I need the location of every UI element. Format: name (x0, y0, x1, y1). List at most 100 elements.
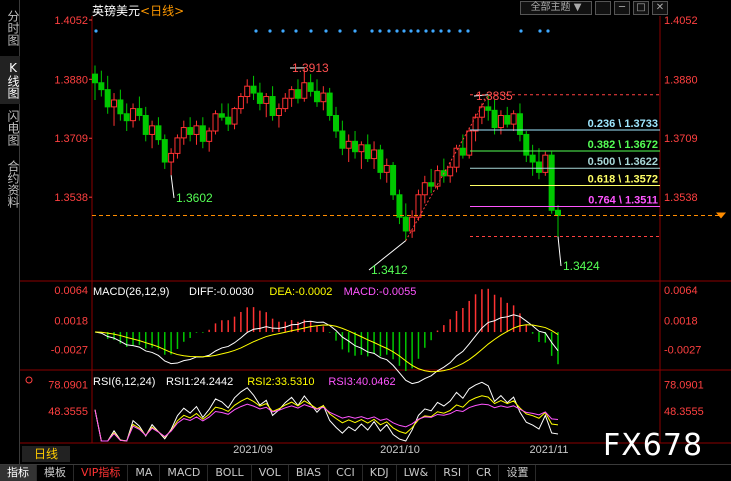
rsi-readout: RSI2:33.5310 (247, 376, 314, 388)
candle-body (104, 89, 111, 108)
candle-body (352, 140, 359, 153)
toolbar-item[interactable]: MACD (160, 465, 209, 481)
chart-title: 英镑美元<日线> (92, 2, 184, 19)
toolbar-item[interactable]: MA (128, 465, 161, 481)
event-dot (309, 29, 313, 33)
candle-body (218, 113, 225, 118)
price-tick-right: 1.3538 (664, 192, 698, 204)
rsi-line (94, 403, 559, 442)
candle-body (390, 164, 397, 196)
candle-body (466, 130, 473, 156)
macd-tick-right: -0.0027 (664, 345, 701, 357)
event-dot (447, 29, 451, 33)
annotation-label: 1.3602 (176, 191, 213, 205)
event-dot (409, 29, 413, 33)
candle-body (326, 92, 333, 116)
price-tick-left: 1.3880 (54, 74, 88, 86)
candle-body (491, 109, 498, 129)
candle-body (504, 114, 511, 125)
fib-level-label: 0.764 \ 1.3511 (588, 194, 658, 206)
macd-tick-right: 0.0064 (664, 285, 698, 297)
candle-body (428, 182, 435, 187)
fib-level-label: 0.500 \ 1.3622 (588, 156, 658, 168)
candle-body (307, 82, 314, 92)
annotation-label: 1.3412 (371, 263, 408, 277)
event-dot (294, 29, 298, 33)
toolbar-item[interactable]: LW& (397, 465, 437, 481)
rsi-tick-right: 48.3555 (664, 406, 704, 418)
candle-body (244, 85, 251, 98)
x-axis-label: 2021/11 (530, 444, 569, 456)
period-selector[interactable]: 日线 (22, 446, 70, 462)
event-dot (281, 29, 285, 33)
candle-body (510, 113, 517, 125)
candle-body (453, 147, 460, 168)
toolbar-item[interactable]: 模板 (37, 465, 74, 481)
event-dot (387, 29, 391, 33)
event-dot (324, 29, 328, 33)
minimize-icon[interactable]: ─ (614, 1, 630, 15)
chart-canvas: 1.4052 1.4052 1.3880 1.3880 1.3709 1.3709 1.35… (20, 15, 731, 456)
rsi-readout: RSI1:24.2442 (166, 376, 233, 388)
event-dot (254, 29, 258, 33)
candle-body (206, 130, 213, 142)
candle-body (345, 140, 352, 149)
toolbar-item[interactable]: BOLL (208, 465, 252, 481)
theme-label: 全部主题 (530, 2, 571, 13)
event-dot (424, 29, 428, 33)
candle-body (269, 96, 276, 116)
fib-level-label: 0.382 \ 1.3672 (588, 139, 658, 151)
candle-body (136, 108, 143, 116)
toolbar-item[interactable]: CR (469, 465, 500, 481)
toolbar-item[interactable]: 设置 (499, 465, 537, 481)
candle-body (339, 130, 346, 149)
candle-body (256, 92, 263, 104)
candle-body (478, 106, 485, 118)
candle-body (396, 194, 403, 218)
symbol-name: 英镑美元 (92, 4, 141, 18)
theme-dropdown[interactable]: 全部主题 ▼ (520, 1, 592, 15)
candle-body (187, 127, 194, 135)
candle-body (555, 209, 561, 216)
toolbar-item[interactable]: BIAS (289, 465, 330, 481)
triangle-down-icon: ▼ (570, 2, 582, 13)
event-dot (519, 29, 523, 33)
price-tick-left: 1.3709 (54, 133, 88, 145)
rsi-settings-icon (25, 376, 33, 384)
toolbar-item[interactable]: VOL (252, 465, 289, 481)
candle-body (117, 99, 124, 115)
candle-body (459, 147, 466, 156)
toolbar-item[interactable]: CCI (329, 465, 363, 481)
candle-body (535, 161, 542, 173)
candle-body (142, 114, 149, 135)
rsi-tick-right: 78.0901 (664, 380, 704, 392)
candle-body (485, 106, 492, 111)
candle-body (288, 89, 295, 99)
candle-body (123, 113, 130, 122)
macd-readout: DEA:-0.0002 (269, 286, 332, 298)
fib-level-label: 0.236 \ 1.3733 (588, 118, 658, 130)
candle-body (497, 114, 504, 129)
candle-body (155, 125, 162, 141)
tool-button-1[interactable] (595, 1, 611, 15)
price-tick-left: 1.3538 (54, 192, 88, 204)
event-dot (416, 29, 420, 33)
toolbar-item[interactable]: VIP指标 (74, 465, 129, 481)
rsi-line (94, 395, 559, 442)
toolbar-item[interactable]: KDJ (363, 465, 397, 481)
restore-icon[interactable]: □ (633, 1, 649, 15)
fib-level-label: 0.618 \ 1.3572 (588, 173, 658, 185)
candle-body (111, 99, 118, 108)
candle-body (294, 89, 301, 99)
close-icon[interactable]: ✕ (652, 1, 668, 15)
toolbar-item[interactable]: RSI (436, 465, 470, 481)
candle-body (421, 182, 428, 196)
price-tick-right: 1.4052 (664, 15, 698, 27)
price-tick-right: 1.3709 (664, 133, 698, 145)
event-dot (546, 29, 550, 33)
candle-body (542, 154, 549, 173)
event-dot (402, 29, 406, 33)
event-dot (395, 29, 399, 33)
toolbar-item[interactable]: 指标 (0, 465, 37, 481)
candle-body (161, 139, 168, 163)
